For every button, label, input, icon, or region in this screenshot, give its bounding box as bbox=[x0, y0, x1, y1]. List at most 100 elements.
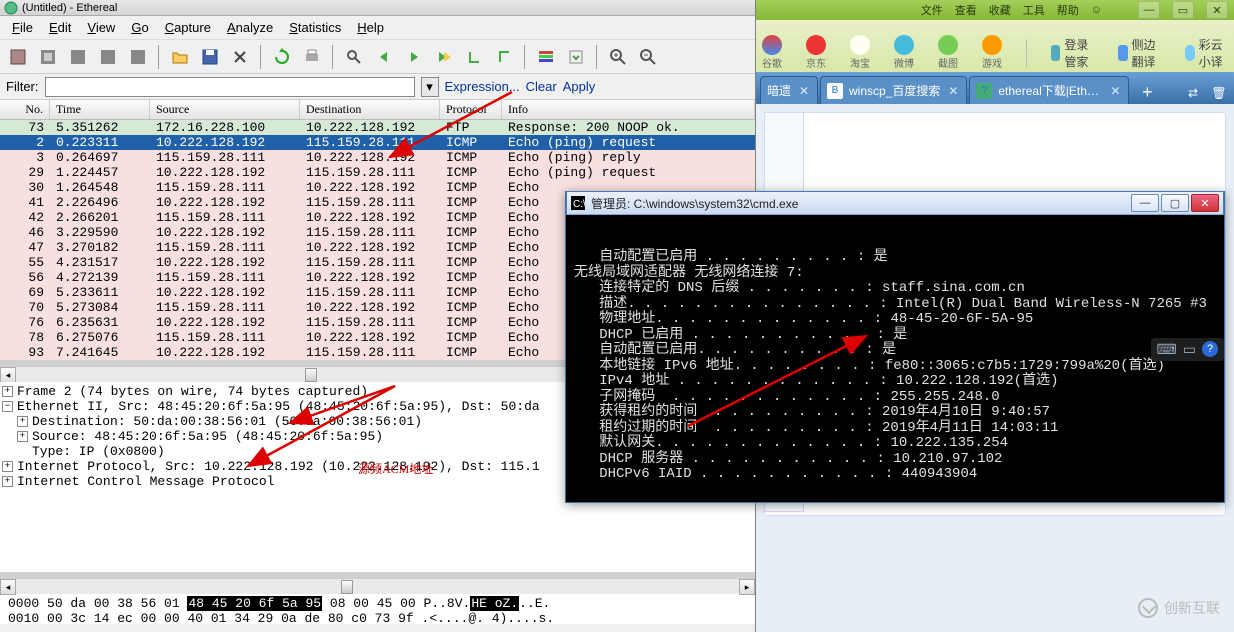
tab-close-icon[interactable]: ✕ bbox=[946, 84, 960, 98]
keyboard-icon[interactable]: ⌨ bbox=[1157, 341, 1177, 358]
capture-options-button[interactable] bbox=[34, 43, 62, 71]
quick-taobao[interactable]: 淘宝 bbox=[850, 35, 870, 70]
tree-frame[interactable]: Frame 2 (74 bytes on wire, 74 bytes capt… bbox=[17, 384, 368, 399]
forward-button[interactable] bbox=[400, 43, 428, 71]
maximize-button[interactable]: ▢ bbox=[1161, 194, 1189, 212]
quick-jd[interactable]: 京东 bbox=[806, 35, 826, 70]
col-destination[interactable]: Destination bbox=[300, 100, 440, 119]
tree-ip[interactable]: Internet Protocol, Src: 10.222.128.192 (… bbox=[17, 459, 540, 474]
col-time[interactable]: Time bbox=[50, 100, 150, 119]
tab-close-icon[interactable]: ✕ bbox=[797, 84, 811, 98]
cmd-titlebar[interactable]: C:\ 管理员: C:\windows\system32\cmd.exe — ▢… bbox=[566, 191, 1224, 215]
restore-button[interactable]: ▭ bbox=[1172, 1, 1194, 19]
menu-analyze[interactable]: Analyze bbox=[219, 18, 281, 37]
start-capture-button[interactable] bbox=[64, 43, 92, 71]
browser-menu-file[interactable]: 文件 bbox=[921, 2, 943, 18]
tree-icmp[interactable]: Internet Control Message Protocol bbox=[17, 474, 274, 489]
colorize-button[interactable] bbox=[532, 43, 560, 71]
scroll-left[interactable]: ◂ bbox=[0, 579, 16, 595]
browser-menu-help[interactable]: 帮助 bbox=[1057, 2, 1079, 18]
tab-1[interactable]: 暗遗 ✕ bbox=[760, 76, 818, 104]
expand-icon[interactable]: + bbox=[2, 386, 13, 397]
back-button[interactable] bbox=[370, 43, 398, 71]
collapse-icon[interactable]: − bbox=[2, 401, 13, 412]
login-manager-link[interactable]: 登录管家 bbox=[1051, 36, 1094, 70]
tab-2[interactable]: B winscp_百度搜索 ✕ bbox=[820, 76, 967, 104]
browser-menu-view[interactable]: 查看 bbox=[955, 2, 977, 18]
feedback-icon[interactable]: ☺ bbox=[1091, 4, 1102, 16]
packet-row[interactable]: 20.22331110.222.128.192115.159.28.111ICM… bbox=[0, 135, 755, 150]
expand-icon[interactable]: + bbox=[17, 431, 28, 442]
tree-type[interactable]: Type: IP (0x0800) bbox=[32, 444, 165, 459]
caiyun-link[interactable]: 彩云小译 bbox=[1185, 36, 1228, 70]
browser-titlebar[interactable]: 文件 查看 收藏 工具 帮助 ☺ — ▭ ✕ bbox=[756, 0, 1234, 20]
expand-icon[interactable]: + bbox=[17, 416, 28, 427]
print-button[interactable] bbox=[298, 43, 326, 71]
tab-sync-icon[interactable]: ⇄ bbox=[1182, 82, 1204, 104]
quick-game[interactable]: 游戏 bbox=[982, 35, 1002, 70]
minimize-button[interactable]: — bbox=[1138, 1, 1160, 19]
restart-capture-button[interactable] bbox=[124, 43, 152, 71]
ethereal-titlebar[interactable]: (Untitled) - Ethereal bbox=[0, 0, 755, 16]
col-no[interactable]: No. bbox=[0, 100, 50, 119]
browser-menu-fav[interactable]: 收藏 bbox=[989, 2, 1011, 18]
menu-go[interactable]: Go bbox=[123, 18, 156, 37]
scroll-left[interactable]: ◂ bbox=[0, 367, 16, 383]
tab-3[interactable]: ? ethereal下载|Ethere ✕ bbox=[969, 76, 1129, 104]
close-button[interactable]: ✕ bbox=[1191, 194, 1219, 212]
new-tab-button[interactable]: + bbox=[1135, 80, 1159, 104]
list-interfaces-button[interactable] bbox=[4, 43, 32, 71]
goto-first-button[interactable] bbox=[460, 43, 488, 71]
col-info[interactable]: Info bbox=[502, 100, 755, 119]
goto-button[interactable] bbox=[430, 43, 458, 71]
quick-screenshot[interactable]: 截图 bbox=[938, 35, 958, 70]
filter-dropdown[interactable]: ▾ bbox=[421, 77, 439, 97]
open-button[interactable] bbox=[166, 43, 194, 71]
col-protocol[interactable]: Protocol bbox=[440, 100, 502, 119]
hex-view[interactable]: 0000 50 da 00 38 56 01 48 45 20 6f 5a 95… bbox=[0, 594, 755, 624]
minimize-button[interactable]: — bbox=[1131, 194, 1159, 212]
quick-google[interactable]: 谷歌 bbox=[762, 35, 782, 70]
apply-link[interactable]: Apply bbox=[563, 79, 596, 94]
display-icon[interactable]: ▭ bbox=[1183, 341, 1196, 358]
menu-help[interactable]: Help bbox=[349, 18, 392, 37]
tree-scrollbar[interactable]: ◂ ▸ bbox=[0, 578, 755, 594]
menu-file[interactable]: File bbox=[4, 18, 41, 37]
expand-icon[interactable]: + bbox=[2, 461, 13, 472]
tab-close-icon[interactable]: ✕ bbox=[1108, 84, 1122, 98]
browser-menu-tool[interactable]: 工具 bbox=[1023, 2, 1045, 18]
find-button[interactable] bbox=[340, 43, 368, 71]
reload-button[interactable] bbox=[268, 43, 296, 71]
packet-row[interactable]: 735.351262172.16.228.10010.222.128.192FT… bbox=[0, 120, 755, 135]
menu-capture[interactable]: Capture bbox=[157, 18, 219, 37]
quick-weibo[interactable]: 微博 bbox=[894, 35, 914, 70]
zoom-in-button[interactable] bbox=[604, 43, 632, 71]
expression-link[interactable]: Expression... bbox=[445, 79, 520, 94]
scroll-right[interactable]: ▸ bbox=[739, 579, 755, 595]
tree-ethernet[interactable]: Ethernet II, Src: 48:45:20:6f:5a:95 (48:… bbox=[17, 399, 540, 414]
cmd-output[interactable]: 自动配置已启用 . . . . . . . . . : 是无线局域网适配器 无线… bbox=[566, 215, 1224, 502]
taskbar-notif-area[interactable]: ⌨ ▭ ? bbox=[1151, 338, 1224, 361]
packet-row[interactable]: 291.22445710.222.128.192115.159.28.111IC… bbox=[0, 165, 755, 180]
close-button[interactable] bbox=[226, 43, 254, 71]
tab-trash-icon[interactable]: 🗑 bbox=[1208, 82, 1230, 104]
filter-input[interactable] bbox=[45, 77, 415, 97]
tree-dst[interactable]: Destination: 50:da:00:38:56:01 (50:da:00… bbox=[32, 414, 422, 429]
toolbar bbox=[0, 40, 755, 74]
menu-statistics[interactable]: Statistics bbox=[281, 18, 349, 37]
menu-view[interactable]: View bbox=[79, 18, 123, 37]
packet-row[interactable]: 30.264697115.159.28.11110.222.128.192ICM… bbox=[0, 150, 755, 165]
clear-link[interactable]: Clear bbox=[526, 79, 557, 94]
goto-last-button[interactable] bbox=[490, 43, 518, 71]
save-button[interactable] bbox=[196, 43, 224, 71]
col-source[interactable]: Source bbox=[150, 100, 300, 119]
expand-icon[interactable]: + bbox=[2, 476, 13, 487]
zoom-out-button[interactable] bbox=[634, 43, 662, 71]
help-icon[interactable]: ? bbox=[1202, 341, 1218, 357]
stop-capture-button[interactable] bbox=[94, 43, 122, 71]
menu-edit[interactable]: Edit bbox=[41, 18, 79, 37]
side-translate-link[interactable]: 侧边翻译 bbox=[1118, 36, 1161, 70]
autoscroll-button[interactable] bbox=[562, 43, 590, 71]
close-button[interactable]: ✕ bbox=[1206, 1, 1228, 19]
tree-src[interactable]: Source: 48:45:20:6f:5a:95 (48:45:20:6f:5… bbox=[32, 429, 383, 444]
